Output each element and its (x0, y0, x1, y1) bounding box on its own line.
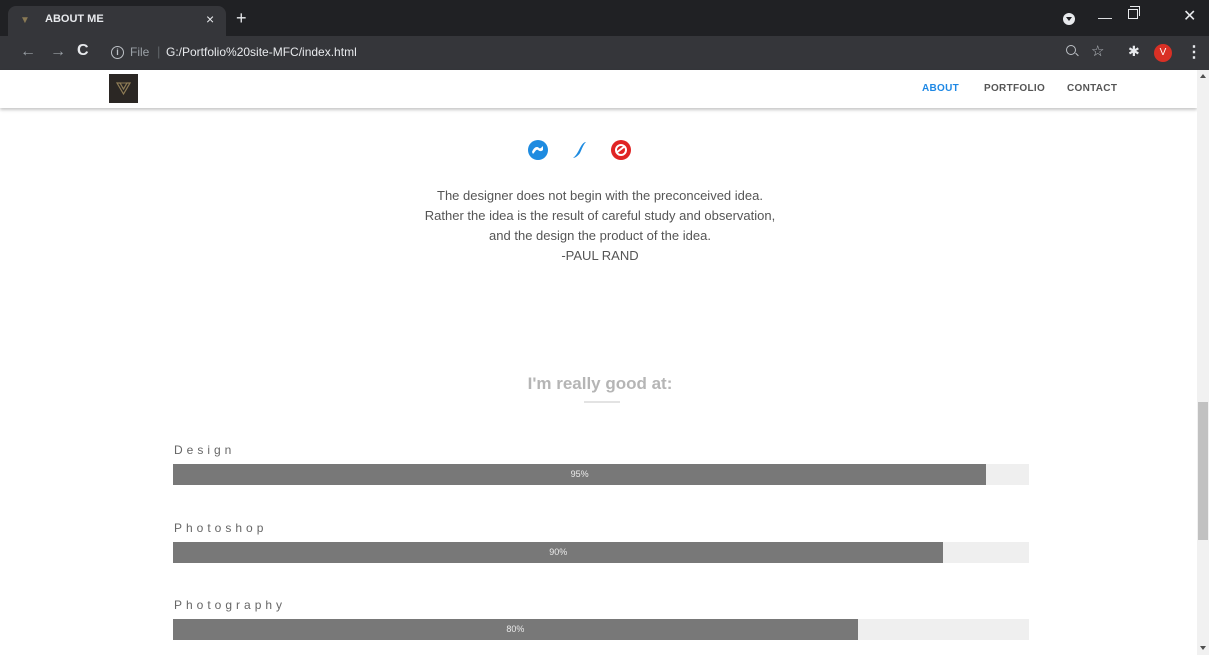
skill-percent: 95% (570, 469, 589, 479)
close-tab-icon[interactable]: × (206, 11, 214, 27)
page-scrollbar[interactable] (1197, 70, 1209, 655)
nav-link-contact[interactable]: CONTACT (1067, 83, 1117, 94)
forward-arrow-icon[interactable]: → (50, 43, 66, 61)
menu-dots-icon[interactable]: ⋮ (1186, 42, 1202, 62)
tab-search-icon[interactable] (1063, 13, 1075, 25)
skill-bar-design: 95% (173, 464, 1029, 485)
skill-percent: 80% (506, 624, 525, 634)
new-tab-button[interactable]: + (236, 9, 247, 27)
site-logo[interactable] (109, 74, 138, 103)
back-arrow-icon[interactable]: ← (20, 43, 36, 61)
reload-icon[interactable]: C (77, 42, 89, 60)
bookmark-star-icon[interactable]: ☆ (1091, 42, 1104, 60)
quote-block: The designer does not begin with the pre… (300, 186, 900, 266)
skill-bar-photography: 80% (173, 619, 1029, 640)
url-text[interactable]: G:/Portfolio%20site-MFC/index.html (166, 45, 357, 59)
minimize-icon[interactable]: — (1098, 9, 1112, 25)
url-separator: | (157, 44, 161, 59)
quote-line: and the design the product of the idea. (489, 228, 711, 243)
browser-toolbar: ← → C i File | G:/Portfolio%20site-MFC/i… (0, 36, 1209, 70)
skill-label-photography: Photography (174, 598, 287, 612)
info-icon[interactable]: i (111, 46, 124, 59)
heading-divider (584, 401, 620, 403)
skill-label-design: Design (174, 443, 236, 457)
quote-author: -PAUL RAND (561, 248, 639, 263)
behance-icon[interactable] (527, 139, 549, 161)
tab-title: ABOUT ME (45, 13, 104, 25)
skill-label-photoshop: Photoshop (174, 521, 268, 535)
browser-tab-strip: ▼ ABOUT ME × + — ✕ (0, 0, 1209, 36)
skill-bar-photoshop: 90% (173, 542, 1029, 563)
skill-percent: 90% (549, 547, 568, 557)
dribbble-icon[interactable] (610, 139, 632, 161)
logo-v-icon (116, 82, 131, 96)
restore-icon[interactable] (1128, 6, 1140, 19)
scroll-thumb[interactable] (1198, 402, 1208, 540)
scroll-up-icon[interactable] (1200, 74, 1206, 78)
profile-avatar[interactable]: V (1154, 44, 1172, 62)
skills-heading: I'm really good at: (527, 374, 673, 393)
scroll-down-icon[interactable] (1200, 646, 1206, 650)
vimeo-icon[interactable] (569, 139, 591, 161)
file-label: File (130, 45, 150, 59)
site-navbar: ABOUT PORTFOLIO CONTACT (0, 70, 1197, 108)
extensions-icon[interactable]: ✱ (1128, 43, 1140, 60)
nav-link-portfolio[interactable]: PORTFOLIO (984, 83, 1045, 94)
zoom-icon[interactable] (1066, 45, 1076, 55)
favicon-icon: ▼ (20, 15, 30, 26)
browser-tab[interactable]: ▼ ABOUT ME × (8, 6, 226, 36)
quote-line: The designer does not begin with the pre… (437, 188, 763, 203)
address-bar[interactable]: i File | G:/Portfolio%20site-MFC/index.h… (102, 40, 1002, 66)
quote-line: Rather the idea is the result of careful… (424, 208, 776, 223)
window-close-icon[interactable]: ✕ (1183, 6, 1196, 26)
nav-link-about[interactable]: ABOUT (922, 83, 959, 94)
